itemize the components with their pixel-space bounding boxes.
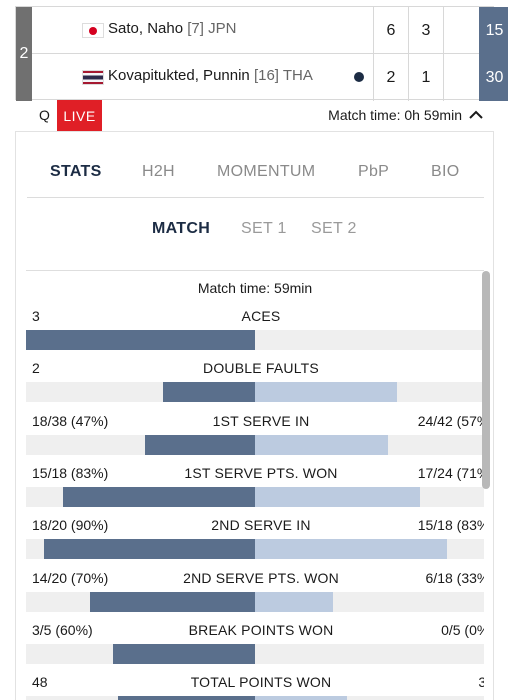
stat-label: DOUBLE FAULTS (203, 360, 319, 377)
set-score: 6 (373, 7, 408, 54)
stat-label: 1ST SERVE IN (212, 412, 310, 429)
stat-label: TOTAL POINTS WON (190, 674, 332, 691)
stat-bar-track (26, 434, 484, 455)
player1-stat-bar (44, 539, 255, 560)
player1-stat-bar (145, 434, 255, 455)
player2-stat-bar (255, 382, 397, 403)
match-time: Match time: 0h 59min (328, 107, 462, 123)
game-score: 30 (479, 54, 508, 101)
tab-bio[interactable]: BIO (431, 163, 459, 181)
player1-stat-bar (26, 330, 255, 350)
player-row-1[interactable]: Sato, Naho [7] JPN 6 3 15 (32, 7, 508, 54)
set-score (443, 54, 478, 101)
player2-stat-value: 32 (478, 674, 484, 690)
stat-label: 1ST SERVE PTS. WON (184, 464, 338, 481)
player2-stat-value: 15/18 (83%) (417, 517, 484, 534)
game-score: 15 (479, 7, 508, 54)
stat-label: ACES (241, 308, 281, 324)
stat-label: 2ND SERVE PTS. WON (183, 569, 339, 586)
player2-stat-value: 24/42 (57%) (417, 412, 484, 429)
stat-row: 18/38 (47%)1ST SERVE IN24/42 (57%) (26, 413, 484, 465)
stat-bar-track (26, 330, 484, 350)
stat-label: 2ND SERVE IN (211, 517, 311, 534)
stat-label: BREAK POINTS WON (188, 621, 334, 638)
round-label: Q (39, 107, 50, 123)
live-bar: Q LIVE Match time: 0h 59min (15, 100, 494, 132)
subtab-set-2[interactable]: SET 2 (311, 220, 357, 238)
player2-stat-bar (255, 486, 420, 507)
subtab-set-1[interactable]: SET 1 (241, 220, 287, 238)
set-score (443, 7, 478, 54)
set-score: 2 (373, 54, 408, 101)
stat-row: 3ACES0 (26, 308, 484, 360)
stat-row: 2DOUBLE FAULTS3 (26, 360, 484, 412)
player1-stat-bar (163, 382, 255, 403)
set-filter: MATCH SET 1 SET 2 (16, 220, 495, 244)
thailand-flag-icon (82, 70, 104, 85)
tab-h2h[interactable]: H2H (142, 163, 175, 181)
japan-flag-icon (82, 23, 104, 38)
player1-stat-bar (118, 696, 255, 700)
player2-stat-bar (255, 539, 447, 560)
live-badge: LIVE (57, 100, 102, 131)
stat-bar-track (26, 696, 484, 700)
stat-row: 18/20 (90%)2ND SERVE IN15/18 (83%) (26, 517, 484, 569)
chevron-up-icon[interactable] (469, 110, 483, 120)
tab-pbp[interactable]: PbP (358, 163, 389, 181)
player-row-2[interactable]: Kovapitukted, Punnin [16] THA 2 1 30 (32, 54, 508, 101)
scrollbar[interactable] (482, 271, 490, 489)
stat-row: 14/20 (70%)2ND SERVE PTS. WON6/18 (33%) (26, 570, 484, 622)
player1-stat-bar (63, 486, 255, 507)
player2-stat-bar (255, 434, 388, 455)
stats-panel: STATS H2H MOMENTUM PbP BIO MATCH SET 1 S… (15, 132, 494, 700)
scoreboard: 2 Sato, Naho [7] JPN 6 3 15 Kovapitukted… (15, 6, 508, 101)
tab-bar: STATS H2H MOMENTUM PbP BIO (27, 152, 484, 198)
stat-bar-track (26, 539, 484, 560)
stats-match-time: Match time: 59min (197, 280, 313, 296)
player-name: Sato, Naho [7] JPN (108, 20, 237, 37)
stat-bar-track (26, 643, 484, 664)
stat-bar-track (26, 382, 484, 403)
tab-stats[interactable]: STATS (50, 163, 102, 181)
stat-row: 15/18 (83%)1ST SERVE PTS. WON17/24 (71%) (26, 465, 484, 517)
player1-stat-bar (90, 591, 255, 612)
stats-list: Match time: 59min 3ACES02DOUBLE FAULTS31… (26, 270, 484, 700)
set-score: 1 (408, 54, 443, 101)
stat-bar-track (26, 591, 484, 612)
set-score: 3 (408, 7, 443, 54)
player-name: Kovapitukted, Punnin [16] THA (108, 67, 313, 84)
round-number: 2 (16, 7, 32, 101)
stat-bar-track (26, 486, 484, 507)
player2-stat-value: 6/18 (33%) (425, 569, 484, 586)
player2-stat-bar (255, 696, 347, 700)
stat-row: 48TOTAL POINTS WON32 (26, 674, 484, 700)
player1-stat-bar (113, 643, 255, 664)
player2-stat-bar (255, 591, 333, 612)
player2-stat-value: 0/5 (0%) (441, 621, 484, 638)
subtab-match[interactable]: MATCH (152, 220, 210, 238)
player2-stat-value: 17/24 (71%) (417, 464, 484, 481)
tab-momentum[interactable]: MOMENTUM (217, 163, 315, 181)
stat-row: 3/5 (60%)BREAK POINTS WON0/5 (0%) (26, 622, 484, 674)
serving-indicator-icon (354, 72, 364, 82)
